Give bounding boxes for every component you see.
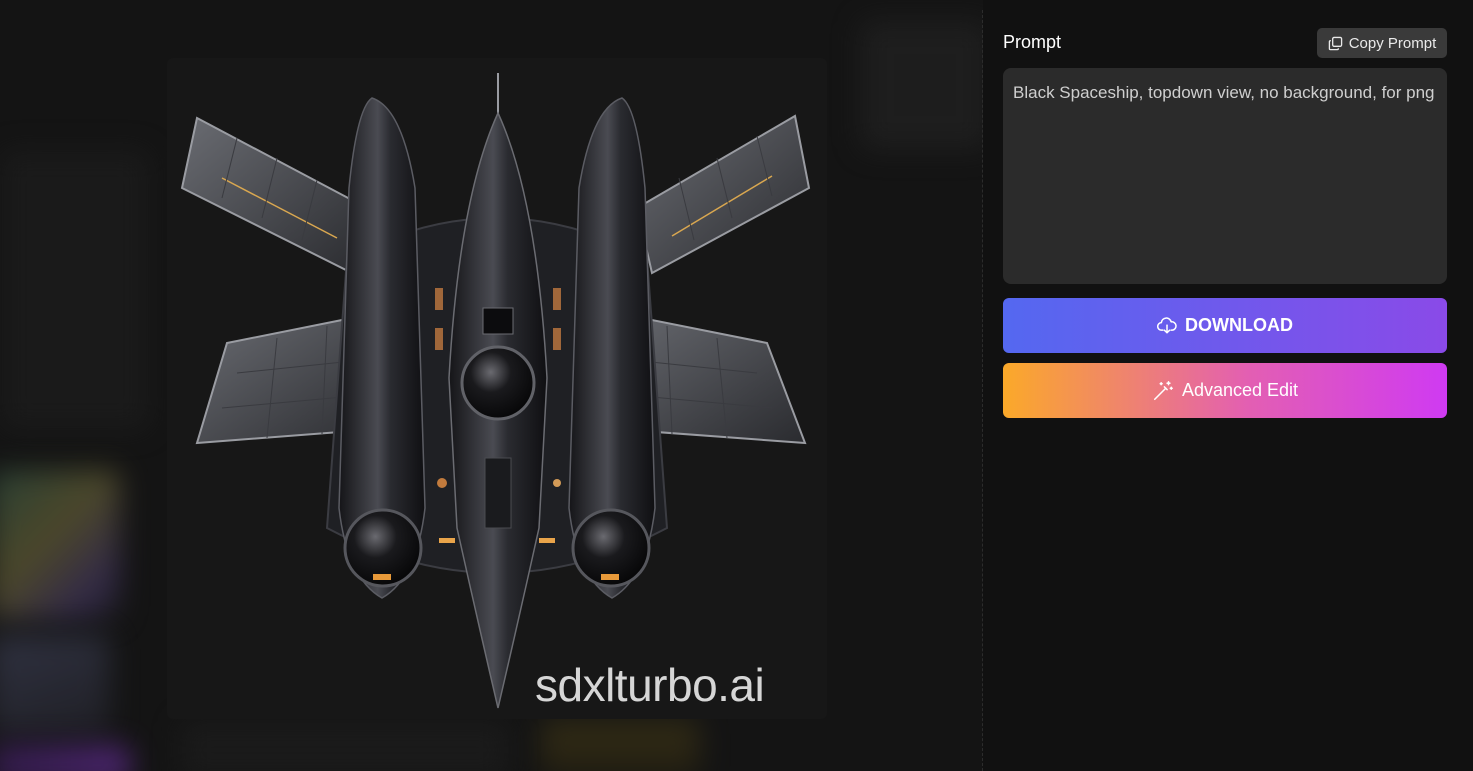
copy-icon: [1328, 36, 1343, 51]
cloud-download-icon: [1157, 316, 1177, 335]
generated-image: sdxlturbo.ai: [167, 58, 827, 719]
copy-prompt-button[interactable]: Copy Prompt: [1317, 28, 1447, 58]
upper-left-wing: [180, 116, 369, 275]
right-engine: [568, 97, 656, 599]
copy-prompt-label: Copy Prompt: [1348, 34, 1437, 52]
watermark-text: sdxlturbo.ai: [535, 659, 765, 711]
central-fuselage: [435, 73, 561, 709]
image-viewer-page: sdxlturbo.ai Prompt Copy Prompt Black Sp…: [0, 0, 1473, 771]
upper-right-wing: [635, 114, 811, 275]
download-button[interactable]: DOWNLOAD: [1003, 298, 1447, 353]
prompt-panel: Prompt Copy Prompt Black Spaceship, topd…: [983, 0, 1473, 771]
prompt-heading: Prompt: [1003, 32, 1062, 52]
left-engine: [338, 97, 426, 599]
prompt-text-box[interactable]: Black Spaceship, topdown view, no backgr…: [1003, 68, 1447, 284]
magic-wand-icon: [1152, 380, 1174, 402]
advanced-edit-button[interactable]: Advanced Edit: [1003, 363, 1447, 418]
advanced-edit-label: Advanced Edit: [1181, 380, 1299, 400]
download-label: DOWNLOAD: [1185, 315, 1293, 335]
spaceship-illustration: [180, 73, 811, 709]
